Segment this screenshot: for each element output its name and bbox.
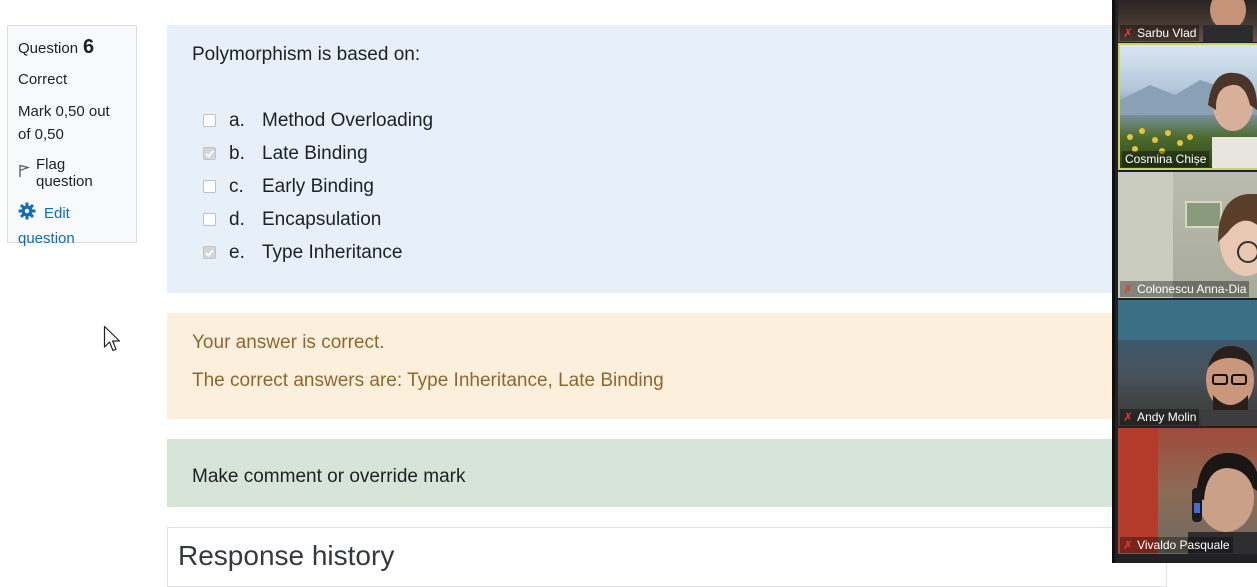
participant-name: Colonescu Anna-Dia bbox=[1137, 282, 1247, 296]
answer-text: Method Overloading bbox=[262, 109, 434, 131]
question-number-value: 6 bbox=[83, 36, 95, 58]
checkmark-icon bbox=[205, 248, 214, 257]
flag-question-button[interactable]: Flag question bbox=[18, 156, 126, 190]
participant-name: Vivaldo Pasquale bbox=[1137, 538, 1230, 552]
answer-text: Late Binding bbox=[262, 142, 368, 164]
participant-video bbox=[1118, 428, 1257, 554]
question-label: Question bbox=[18, 40, 79, 57]
answer-letter: a. bbox=[229, 109, 245, 131]
mic-muted-icon: ✗ bbox=[1123, 410, 1134, 424]
mic-muted-icon: ✗ bbox=[1123, 26, 1134, 40]
video-call-panel: ✗ Sarbu Vlad Cosmina Chișe ✗ Colonescu A… bbox=[1112, 0, 1257, 563]
answer-letter: e. bbox=[229, 241, 245, 263]
participant-name-label: Cosmina Chișe bbox=[1122, 151, 1210, 167]
question-formulation: Polymorphism is based on: a. Method Over… bbox=[167, 25, 1167, 293]
participant-name-label: ✗ Colonescu Anna-Dia bbox=[1120, 281, 1250, 297]
participant-name-label: ✗ Andy Molin bbox=[1120, 409, 1200, 425]
answer-letter: b. bbox=[229, 142, 245, 164]
participant-tile[interactable]: Cosmina Chișe bbox=[1118, 43, 1257, 170]
answer-checkbox-b[interactable] bbox=[203, 147, 216, 160]
make-comment-link[interactable]: Make comment or override mark bbox=[192, 466, 465, 488]
answer-checkbox-d[interactable] bbox=[203, 213, 216, 226]
question-feedback: Your answer is correct. The correct answ… bbox=[167, 313, 1167, 419]
participant-video bbox=[1118, 300, 1257, 426]
participant-name: Cosmina Chișe bbox=[1125, 152, 1207, 166]
gear-icon bbox=[18, 202, 36, 227]
edit-question-link[interactable]: Edit question bbox=[18, 202, 126, 250]
answer-text: Type Inheritance bbox=[262, 241, 403, 263]
correct-answer-text: The correct answers are: Type Inheritanc… bbox=[192, 370, 664, 391]
answer-option-b[interactable]: b. Late Binding bbox=[203, 137, 433, 170]
question-grade: Mark 0,50 out of 0,50 bbox=[18, 103, 110, 143]
response-history: Response history bbox=[167, 527, 1167, 587]
question-info: Question 6 Correct Mark 0,50 out of 0,50… bbox=[7, 25, 137, 247]
participant-tile[interactable]: ✗ Vivaldo Pasquale bbox=[1118, 428, 1257, 554]
mic-muted-icon: ✗ bbox=[1123, 538, 1134, 552]
participant-name-label: ✗ Sarbu Vlad bbox=[1120, 25, 1200, 41]
answer-option-d[interactable]: d. Encapsulation bbox=[203, 203, 433, 236]
flag-icon bbox=[18, 164, 31, 182]
participant-tile[interactable]: ✗ Sarbu Vlad bbox=[1118, 0, 1257, 42]
answer-letter: d. bbox=[229, 208, 245, 230]
participant-tile[interactable]: ✗ Andy Molin bbox=[1118, 300, 1257, 426]
participant-video bbox=[1118, 172, 1257, 298]
comment-box: Make comment or override mark bbox=[167, 439, 1167, 507]
answer-option-c[interactable]: c. Early Binding bbox=[203, 170, 433, 203]
answer-checkbox-a[interactable] bbox=[203, 114, 216, 127]
question-text: Polymorphism is based on: bbox=[192, 44, 421, 65]
answer-list: a. Method Overloading b. Late Binding c.… bbox=[203, 104, 433, 269]
answer-checkbox-c[interactable] bbox=[203, 180, 216, 193]
participant-name: Andy Molin bbox=[1137, 410, 1197, 424]
answer-option-e[interactable]: e. Type Inheritance bbox=[203, 236, 433, 269]
participant-name-label: ✗ Vivaldo Pasquale bbox=[1120, 537, 1233, 553]
answer-text: Early Binding bbox=[262, 175, 374, 197]
mic-muted-icon: ✗ bbox=[1123, 282, 1134, 296]
answer-letter: c. bbox=[229, 175, 244, 197]
checkmark-icon bbox=[205, 149, 214, 158]
answer-checkbox-e[interactable] bbox=[203, 246, 216, 259]
mouse-pointer-icon bbox=[103, 325, 123, 358]
participant-tile[interactable]: ✗ Colonescu Anna-Dia bbox=[1118, 172, 1257, 298]
response-history-title: Response history bbox=[178, 540, 395, 571]
participant-name: Sarbu Vlad bbox=[1137, 26, 1197, 40]
answer-option-a[interactable]: a. Method Overloading bbox=[203, 104, 433, 137]
specific-feedback: Your answer is correct. bbox=[192, 332, 385, 353]
question-state: Correct bbox=[18, 71, 68, 88]
answer-text: Encapsulation bbox=[262, 208, 382, 230]
flag-question-label: Flag question bbox=[36, 156, 93, 190]
question-number: Question 6 bbox=[18, 36, 126, 59]
